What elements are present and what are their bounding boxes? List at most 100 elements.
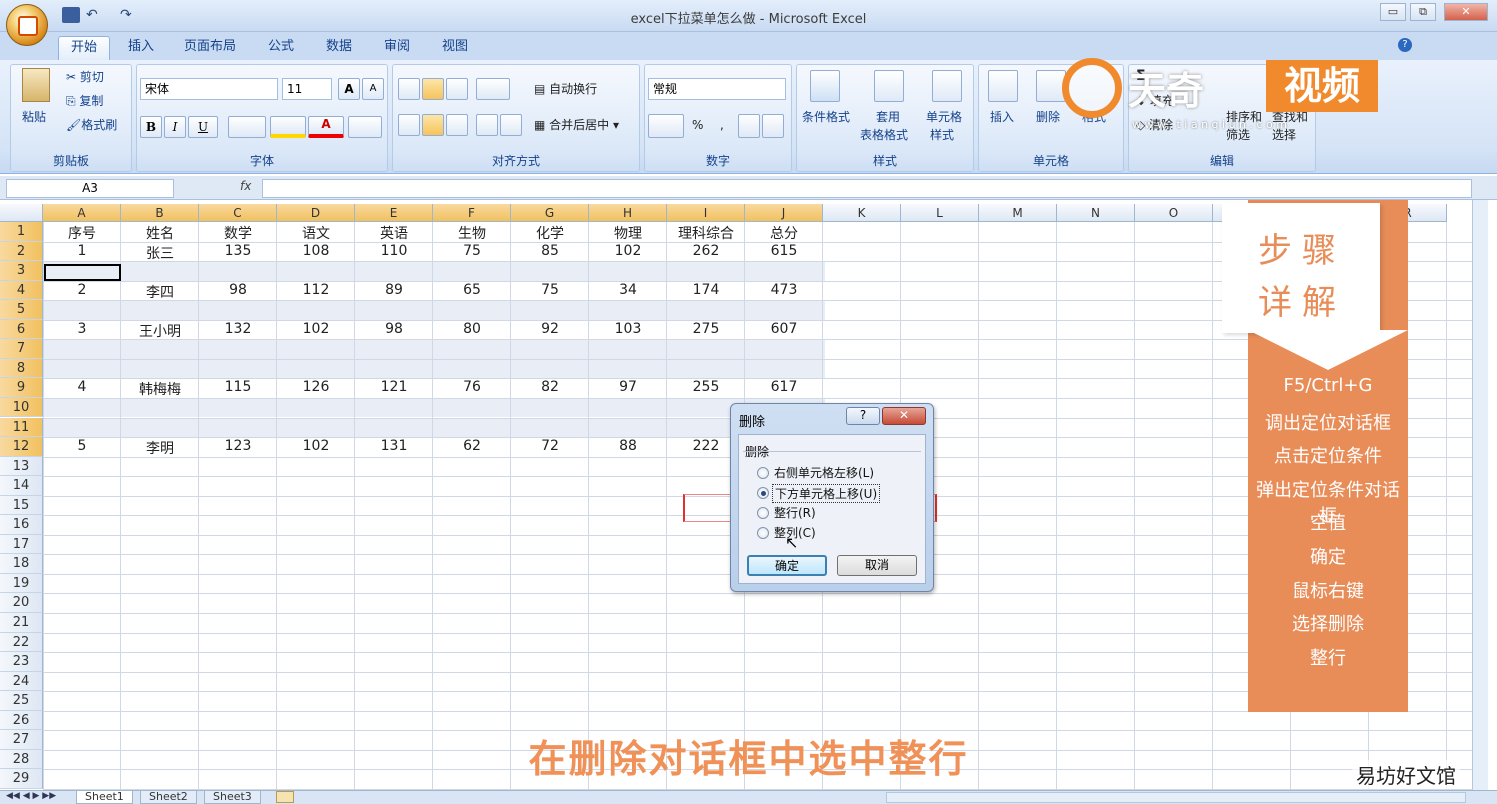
cell[interactable]: 174 [667,282,745,298]
radio-entire-row[interactable] [757,507,769,519]
column-header-e[interactable]: E [355,204,433,222]
decrease-decimal-icon[interactable] [762,114,784,138]
cell[interactable]: 3 [43,321,121,337]
cell[interactable]: 123 [199,438,277,454]
conditional-format-icon[interactable] [810,70,840,102]
cell[interactable]: 89 [355,282,433,298]
bold-button[interactable]: B [140,116,162,138]
column-header-m[interactable]: M [979,204,1057,222]
cell[interactable]: 65 [433,282,511,298]
comma-button[interactable]: , [720,118,724,132]
formula-input[interactable] [262,179,1472,198]
font-name-select[interactable]: 宋体 [140,78,278,100]
row-header-24[interactable]: 24 [0,671,43,692]
restore-button[interactable]: ⧉ [1410,3,1436,21]
cell[interactable]: 72 [511,438,589,454]
cell[interactable]: 75 [433,243,511,259]
tab-data[interactable]: 数据 [314,36,364,60]
align-center-icon[interactable] [422,114,444,136]
cell[interactable]: 李明 [121,438,199,458]
cell[interactable]: 理科综合 [667,223,745,243]
merge-center-button[interactable]: ▦ 合并后居中 ▾ [534,116,619,133]
orientation-icon[interactable] [476,78,510,100]
column-header-b[interactable]: B [121,204,199,222]
column-header-g[interactable]: G [511,204,589,222]
column-header-c[interactable]: C [199,204,277,222]
phonetic-icon[interactable] [348,116,382,138]
format-table-label2[interactable]: 表格格式 [860,126,908,143]
font-size-select[interactable]: 11 [282,78,332,100]
tab-formulas[interactable]: 公式 [256,36,306,60]
row-header-15[interactable]: 15 [0,495,43,516]
row-header-25[interactable]: 25 [0,691,43,711]
name-box[interactable]: A3 [6,179,174,198]
percent-button[interactable]: % [692,118,703,132]
cell[interactable]: 1 [43,243,121,259]
wrap-text-button[interactable]: ▤ 自动换行 [534,80,597,97]
format-painter-button[interactable]: 🖌格式刷 [66,116,117,133]
underline-button[interactable]: U [188,116,218,138]
cell[interactable]: 615 [745,243,823,259]
insert-cells-icon[interactable] [988,70,1018,102]
cell[interactable]: 34 [589,282,667,298]
cell[interactable]: 132 [199,321,277,337]
column-header-f[interactable]: F [433,204,511,222]
row-header-22[interactable]: 22 [0,632,43,653]
paste-icon[interactable] [22,68,50,102]
cell[interactable]: 126 [277,379,355,395]
row-header-2[interactable]: 2 [0,241,43,262]
cell[interactable]: 张三 [121,243,199,263]
row-header-14[interactable]: 14 [0,476,43,496]
radio-shift-up[interactable] [757,487,769,499]
row-header-21[interactable]: 21 [0,613,43,633]
cell[interactable]: 数学 [199,223,277,243]
cell[interactable]: 88 [589,438,667,454]
cell[interactable]: 98 [355,321,433,337]
close-button[interactable]: ✕ [1444,3,1488,21]
cell[interactable]: 103 [589,321,667,337]
cell[interactable]: 102 [589,243,667,259]
help-icon[interactable]: ? [1398,38,1412,52]
sheet-tab-1[interactable]: Sheet1 [76,791,133,804]
cell[interactable]: 5 [43,438,121,454]
cell-styles-button[interactable]: 单元格 [926,108,962,125]
row-header-8[interactable]: 8 [0,358,43,379]
column-header-h[interactable]: H [589,204,667,222]
column-header-i[interactable]: I [667,204,745,222]
minimize-button[interactable]: ▭ [1380,3,1406,21]
column-header-l[interactable]: L [901,204,979,222]
fill-color-icon[interactable] [270,116,306,138]
font-color-icon[interactable]: A [308,116,344,138]
sheet-tab-3[interactable]: Sheet3 [204,791,261,804]
cell[interactable]: 李四 [121,282,199,302]
option-shift-left-label[interactable]: 右侧单元格左移(L) [774,464,874,481]
row-header-12[interactable]: 12 [0,437,43,457]
cell[interactable]: 98 [199,282,277,298]
align-bottom-icon[interactable] [446,78,468,100]
row-header-1[interactable]: 1 [0,222,43,242]
align-right-icon[interactable] [446,114,468,136]
number-format-select[interactable]: 常规 [648,78,786,100]
border-icon[interactable] [228,116,266,138]
copy-button[interactable]: ⎘ 复制 [66,92,103,109]
cell[interactable]: 92 [511,321,589,337]
cell[interactable]: 物理 [589,223,667,243]
office-button[interactable] [6,4,48,46]
conditional-format-button[interactable]: 条件格式 [802,108,850,125]
sheet-tab-2[interactable]: Sheet2 [140,791,197,804]
row-header-13[interactable]: 13 [0,456,43,477]
cell[interactable]: 4 [43,379,121,395]
tab-view[interactable]: 视图 [430,36,480,60]
cut-button[interactable]: ✂ 剪切 [66,68,104,85]
tab-review[interactable]: 审阅 [372,36,422,60]
cell[interactable]: 姓名 [121,223,199,243]
select-all-corner[interactable] [0,204,43,222]
cell[interactable]: 62 [433,438,511,454]
cell[interactable]: 115 [199,379,277,395]
align-top-icon[interactable] [398,78,420,100]
cell[interactable]: 102 [277,438,355,454]
cell[interactable]: 75 [511,282,589,298]
cell[interactable]: 102 [277,321,355,337]
option-shift-up-label[interactable]: 下方单元格上移(U) [772,484,881,503]
column-header-k[interactable]: K [823,204,901,222]
